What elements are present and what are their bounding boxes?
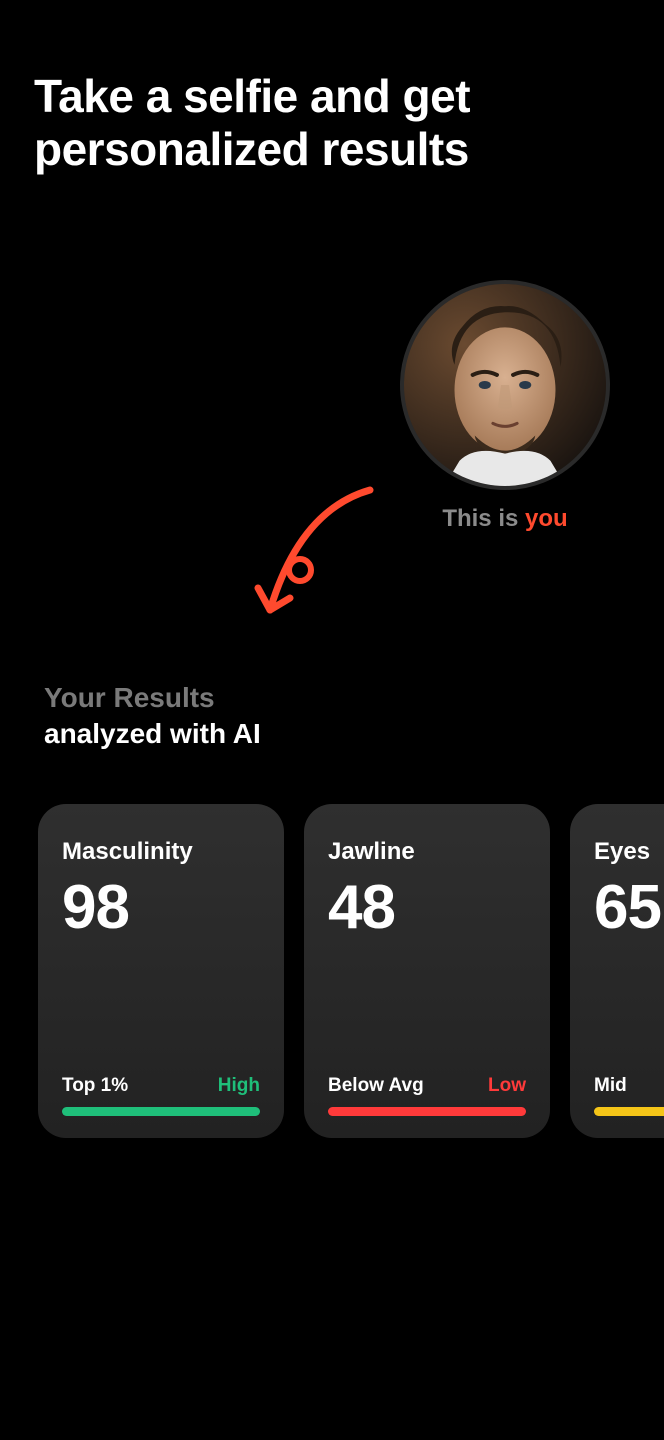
avatar-caption: This is you xyxy=(400,505,610,533)
caption-highlight: you xyxy=(525,505,568,532)
card-title: Jawline xyxy=(328,838,526,866)
card-bar xyxy=(594,1107,664,1116)
page-heading: Take a selfie and get personalized resul… xyxy=(0,0,664,176)
card-score: 98 xyxy=(62,872,260,943)
result-card[interactable]: Jawline 48 Below Avg Low xyxy=(304,804,550,1138)
result-card[interactable]: Eyes 65 Mid xyxy=(570,804,664,1138)
card-rank: Top 1% xyxy=(62,1075,128,1097)
card-score: 48 xyxy=(328,872,526,943)
card-bar xyxy=(62,1107,260,1116)
card-level: Low xyxy=(488,1075,526,1097)
results-heading: Your Results analyzed with AI xyxy=(44,680,261,753)
curved-arrow-icon xyxy=(240,480,400,640)
results-cards-row[interactable]: Masculinity 98 Top 1% High Jawline 48 Be… xyxy=(38,804,664,1138)
result-card[interactable]: Masculinity 98 Top 1% High xyxy=(38,804,284,1138)
card-rank: Mid xyxy=(594,1075,627,1097)
card-score: 65 xyxy=(594,872,664,943)
card-level: High xyxy=(218,1075,260,1097)
card-bar xyxy=(328,1107,526,1116)
face-placeholder-icon xyxy=(404,284,606,486)
results-heading-line1: Your Results xyxy=(44,680,261,716)
card-rank: Below Avg xyxy=(328,1075,424,1097)
results-heading-line2: analyzed with AI xyxy=(44,716,261,752)
card-title: Eyes xyxy=(594,838,664,866)
card-title: Masculinity xyxy=(62,838,260,866)
caption-prefix: This is xyxy=(442,505,525,532)
selfie-avatar xyxy=(400,280,610,490)
